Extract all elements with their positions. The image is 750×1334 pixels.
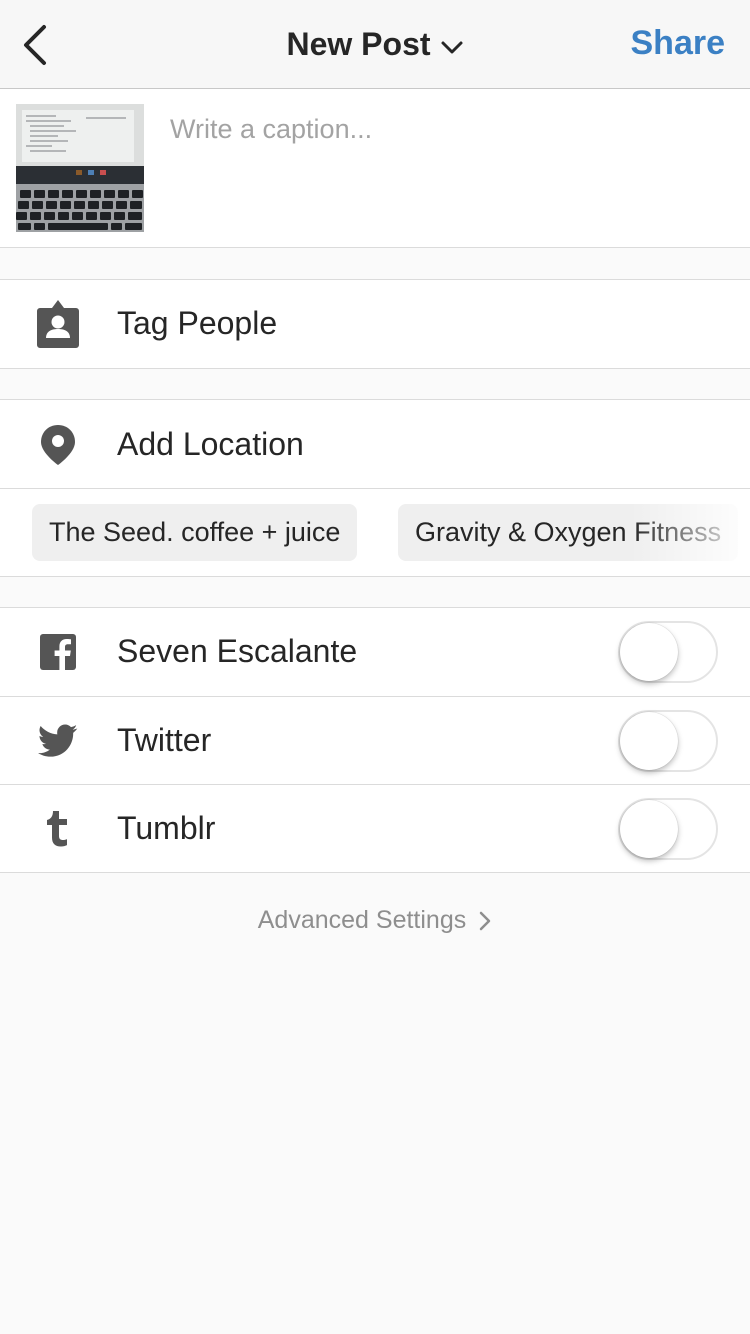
tumblr-label: Tumblr <box>117 809 216 846</box>
caption-input[interactable] <box>170 109 730 149</box>
facebook-account-label: Seven Escalante <box>117 632 358 669</box>
tumblr-toggle[interactable] <box>618 797 718 860</box>
chevron-down-icon <box>441 41 463 53</box>
tag-people-row[interactable]: Tag People <box>0 279 750 369</box>
page-title: New Post <box>286 26 431 62</box>
tag-people-label: Tag People <box>117 304 278 341</box>
advanced-settings-link[interactable]: Advanced Settings <box>0 900 750 940</box>
laptop-photo-image <box>16 104 144 232</box>
share-row-twitter[interactable]: Twitter <box>0 696 750 784</box>
caption-section <box>0 89 750 248</box>
toggle-knob <box>620 623 678 681</box>
location-pin-icon <box>30 417 86 473</box>
location-chip[interactable]: The Seed. coffee + juice <box>32 504 358 561</box>
location-chip[interactable]: Gravity & Oxygen Fitness <box>398 504 739 561</box>
post-type-dropdown[interactable]: New Post <box>286 26 463 63</box>
twitter-toggle[interactable] <box>618 709 718 772</box>
back-chevron-icon <box>24 25 46 65</box>
post-thumbnail[interactable] <box>16 104 144 232</box>
share-row-tumblr[interactable]: Tumblr <box>0 784 750 872</box>
add-location-row[interactable]: Add Location <box>0 399 750 489</box>
facebook-icon <box>30 624 86 680</box>
tumblr-icon <box>30 801 86 857</box>
toggle-knob <box>620 711 678 770</box>
share-button[interactable]: Share <box>631 24 726 63</box>
nav-header: New Post Share <box>0 0 750 89</box>
share-row-facebook[interactable]: Seven Escalante <box>0 608 750 696</box>
chevron-right-icon <box>479 911 491 931</box>
facebook-toggle[interactable] <box>618 621 718 683</box>
toggle-knob <box>620 799 678 858</box>
share-services: Seven Escalante Twitter Tumblr <box>0 607 750 873</box>
tag-person-icon <box>30 296 86 352</box>
twitter-label: Twitter <box>117 721 212 758</box>
add-location-label: Add Location <box>117 425 304 462</box>
new-post-screen: New Post Share Write a caption... Tag Pe… <box>0 0 750 1334</box>
location-suggestions: The Seed. coffee + juice Gravity & Oxyge… <box>0 488 750 577</box>
twitter-icon <box>30 713 86 769</box>
back-button[interactable] <box>14 18 64 72</box>
advanced-settings-label: Advanced Settings <box>257 905 467 934</box>
